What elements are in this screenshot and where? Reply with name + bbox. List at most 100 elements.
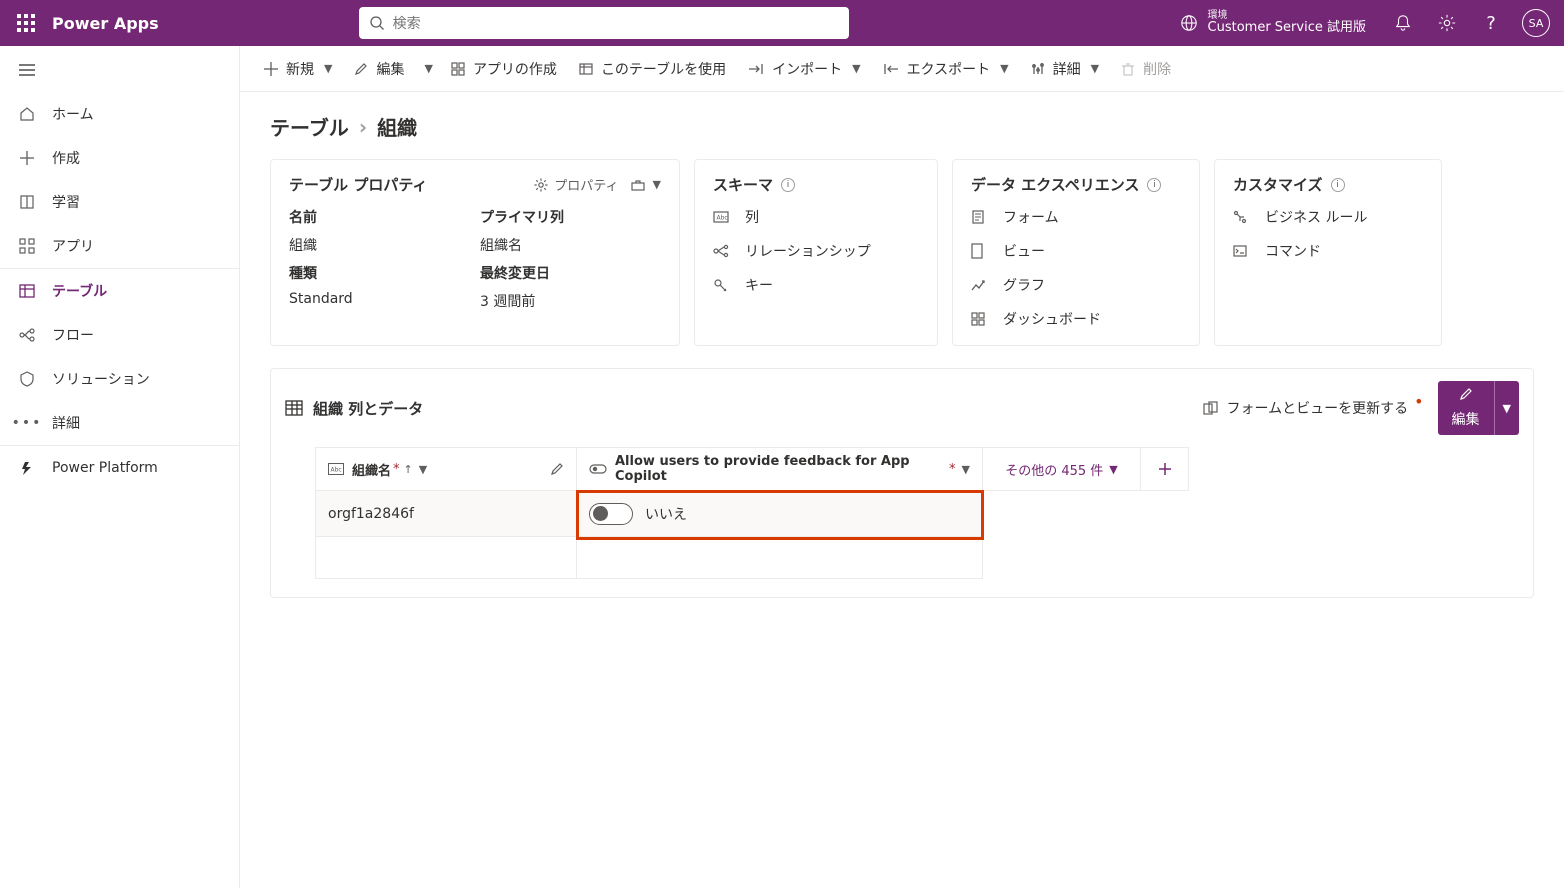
update-forms-views-link[interactable]: フォームとビューを更新する • <box>1203 398 1426 418</box>
plus-icon <box>1158 462 1172 476</box>
cmd-delete: 削除 <box>1111 53 1181 85</box>
nav-learn[interactable]: 学習 <box>0 180 239 224</box>
svg-text:Abc: Abc <box>331 467 342 474</box>
add-column-button[interactable] <box>1141 447 1189 491</box>
trash-icon <box>1121 62 1135 76</box>
prop-kind-label: 種類 <box>289 263 470 283</box>
nav-label: テーブル <box>52 281 107 301</box>
nav-home[interactable]: ホーム <box>0 92 239 136</box>
nav-more[interactable]: ••• 詳細 <box>0 401 239 445</box>
breadcrumb-root[interactable]: テーブル <box>270 112 349 141</box>
user-avatar[interactable]: SA <box>1522 9 1550 37</box>
other-columns-label: その他の 455 件 <box>1005 460 1103 479</box>
prop-kind-value: Standard <box>289 291 470 311</box>
chevron-down-icon: ▼ <box>1091 62 1099 75</box>
search-input[interactable] <box>393 15 839 31</box>
chevron-down-icon: ▼ <box>1109 463 1117 476</box>
cmd-export[interactable]: エクスポート ▼ <box>873 53 1019 85</box>
help-button[interactable]: ? <box>1470 0 1512 46</box>
grid-column-name: Abc 組織名 * ↑ ▼ orgf1a2846f <box>315 447 577 579</box>
nav-label: フロー <box>52 325 94 345</box>
other-columns-button[interactable]: その他の 455 件 ▼ <box>983 447 1141 491</box>
custom-commands[interactable]: コマンド <box>1233 241 1423 261</box>
nav-label: 詳細 <box>52 413 80 433</box>
nav-tables[interactable]: テーブル <box>0 269 239 313</box>
grid-column-allow: Allow users to provide feedback for App … <box>577 447 983 579</box>
search-box[interactable] <box>359 7 849 39</box>
prop-primary-value: 組織名 <box>480 235 661 255</box>
cmd-label: 編集 <box>376 59 404 79</box>
environment-picker[interactable]: 環境 Customer Service 試用版 <box>1166 10 1380 36</box>
nav-apps[interactable]: アプリ <box>0 224 239 268</box>
nav-solutions[interactable]: ソリューション <box>0 357 239 401</box>
table-data-icon <box>285 400 303 416</box>
column-header-label: 組織名 <box>352 460 391 479</box>
edit-button-split[interactable]: ▼ <box>1494 381 1519 435</box>
nav-power-platform[interactable]: Power Platform <box>0 446 239 490</box>
help-icon: ? <box>1486 13 1496 34</box>
edit-column-icon[interactable] <box>550 462 564 476</box>
grid-cell-allow[interactable]: いいえ <box>577 491 983 537</box>
info-icon[interactable]: i <box>1331 178 1345 192</box>
environment-label: 環境 <box>1208 10 1366 22</box>
app-launcher-button[interactable] <box>6 0 46 46</box>
allow-toggle[interactable] <box>589 503 633 525</box>
plus-icon <box>18 151 36 165</box>
cmd-label: インポート <box>772 59 842 79</box>
nav-label: 学習 <box>52 192 80 212</box>
power-platform-icon <box>18 460 36 476</box>
card-title: カスタマイズ <box>1233 174 1323 195</box>
cmd-details[interactable]: 詳細 ▼ <box>1021 53 1109 85</box>
column-header-name[interactable]: Abc 組織名 * ↑ ▼ <box>315 447 577 491</box>
item-label: ビュー <box>1003 241 1045 261</box>
breadcrumb-current: 組織 <box>377 112 417 141</box>
cmd-label: このテーブルを使用 <box>601 59 726 79</box>
dataexp-dashboards[interactable]: ダッシュボード <box>971 309 1181 329</box>
item-label: 列 <box>745 207 759 227</box>
data-grid: Abc 組織名 * ↑ ▼ orgf1a2846f <box>315 447 1519 579</box>
grid-new-row[interactable] <box>315 537 577 579</box>
grid-cell-name[interactable]: orgf1a2846f <box>315 491 577 537</box>
properties-link[interactable]: プロパティ <box>534 175 618 194</box>
toggle-knob <box>593 506 608 521</box>
dataexp-views[interactable]: ビュー <box>971 241 1181 261</box>
nav-flows[interactable]: フロー <box>0 313 239 357</box>
chevron-down-icon: ▼ <box>1000 62 1008 75</box>
dataexp-charts[interactable]: グラフ <box>971 275 1181 295</box>
text-column-icon: Abc <box>328 463 344 475</box>
schema-keys[interactable]: キー <box>713 275 919 295</box>
chart-icon <box>971 278 989 292</box>
svg-text:Abc: Abc <box>717 215 728 222</box>
schema-relationships[interactable]: リレーションシップ <box>713 241 919 261</box>
schema-columns[interactable]: Abc 列 <box>713 207 919 227</box>
dataexp-forms[interactable]: フォーム <box>971 207 1181 227</box>
columns-and-data-section: 組織 列とデータ フォームとビューを更新する • 編集 <box>270 368 1534 598</box>
notifications-button[interactable] <box>1382 0 1424 46</box>
info-icon[interactable]: i <box>781 178 795 192</box>
cmd-edit-split[interactable]: ▼ <box>416 56 438 81</box>
nav-create[interactable]: 作成 <box>0 136 239 180</box>
content-area: テーブル › 組織 テーブル プロパティ プロパティ <box>240 92 1564 888</box>
required-indicator: * <box>393 462 400 477</box>
update-icon <box>1203 401 1219 415</box>
business-rule-icon <box>1233 210 1251 224</box>
item-label: ダッシュボード <box>1003 309 1101 329</box>
cards-row: テーブル プロパティ プロパティ ▼ <box>270 159 1534 346</box>
cmd-create-app[interactable]: アプリの作成 <box>441 53 567 85</box>
info-icon[interactable]: i <box>1147 178 1161 192</box>
cmd-edit[interactable]: 編集 <box>344 53 414 85</box>
grid-new-row[interactable] <box>577 537 983 579</box>
tools-dropdown[interactable]: ▼ <box>631 178 661 191</box>
card-schema: スキーマ i Abc 列 リレーションシップ <box>694 159 938 346</box>
column-header-allow[interactable]: Allow users to provide feedback for App … <box>577 447 983 491</box>
settings-button[interactable] <box>1426 0 1468 46</box>
cmd-import[interactable]: インポート ▼ <box>738 53 870 85</box>
nav-collapse-button[interactable] <box>0 48 239 92</box>
cmd-label: 詳細 <box>1053 59 1081 79</box>
main-area: 新規 ▼ 編集 ▼ アプリの作成 このテーブルを使用 インポート ▼ <box>240 46 1564 888</box>
edit-button[interactable]: 編集 <box>1438 381 1494 435</box>
toggle-column-icon <box>589 463 607 475</box>
cmd-new[interactable]: 新規 ▼ <box>254 53 342 85</box>
cmd-use-table[interactable]: このテーブルを使用 <box>569 53 736 85</box>
custom-business-rules[interactable]: ビジネス ルール <box>1233 207 1423 227</box>
